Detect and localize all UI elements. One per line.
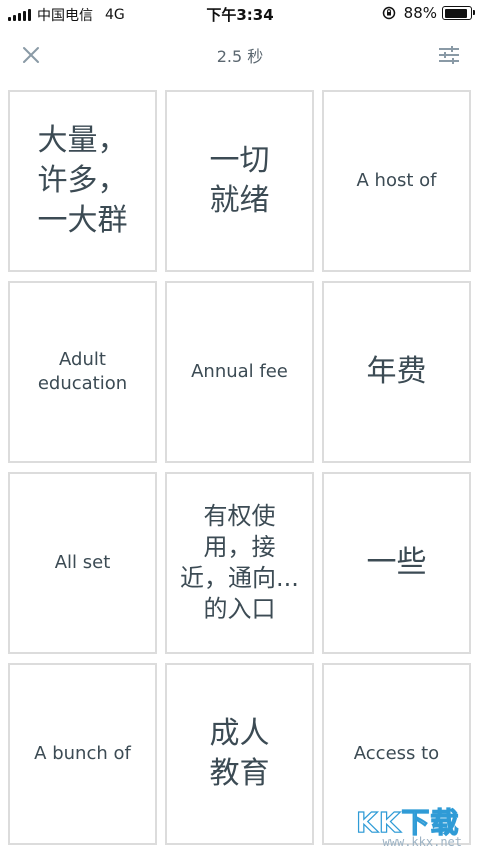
tile-text: All set <box>54 552 111 573</box>
header: 2.5 秒 <box>0 28 480 84</box>
match-tile[interactable]: 年费 <box>322 281 471 463</box>
battery-percent: 88% <box>403 4 437 22</box>
status-right: 88% <box>382 4 475 22</box>
watermark-url: www.kkx.net <box>382 835 462 849</box>
tile-text: 一些 <box>366 545 427 580</box>
orientation-lock-icon <box>382 6 395 20</box>
sliders-icon <box>439 46 459 64</box>
match-tile[interactable]: All set <box>8 472 157 654</box>
timer-display: 2.5 秒 <box>216 47 264 66</box>
battery-icon <box>442 6 475 20</box>
tile-text: Access to <box>353 743 440 764</box>
tile-text: A host of <box>356 170 437 191</box>
match-tile[interactable]: 成人 教育 <box>165 663 314 845</box>
match-tile[interactable]: 一些 <box>322 472 471 654</box>
tile-text: A bunch of <box>34 743 131 764</box>
tile-text: 一切 就绪 <box>209 143 270 218</box>
tile-text: Annual fee <box>191 361 288 382</box>
tile-text: 大量， 许多， 一大群 <box>37 123 128 238</box>
match-tile[interactable]: 一切 就绪 <box>165 90 314 272</box>
match-tile[interactable]: Adult education <box>8 281 157 463</box>
tile-text: 成人 教育 <box>209 716 270 791</box>
tile-text: 有权使 用，接 近，通向... 的入口 <box>180 502 299 623</box>
match-grid: 大量， 许多， 一大群 一切 就绪 A host of Adult education … <box>8 90 472 845</box>
tile-text: 年费 <box>366 354 427 389</box>
settings-button[interactable] <box>434 40 464 70</box>
battery-level <box>444 8 467 18</box>
match-tile[interactable]: 有权使 用，接 近，通向... 的入口 <box>165 472 314 654</box>
match-tile[interactable]: A bunch of <box>8 663 157 845</box>
match-tile[interactable]: 大量， 许多， 一大群 <box>8 90 157 272</box>
match-tile[interactable]: A host of <box>322 90 471 272</box>
match-tile[interactable]: Annual fee <box>165 281 314 463</box>
status-bar: 中国电信 4G 下午3:34 88% <box>0 0 480 28</box>
tile-text: Adult education <box>37 349 128 394</box>
watermark: KK下载 www.kkx.net <box>355 801 466 849</box>
